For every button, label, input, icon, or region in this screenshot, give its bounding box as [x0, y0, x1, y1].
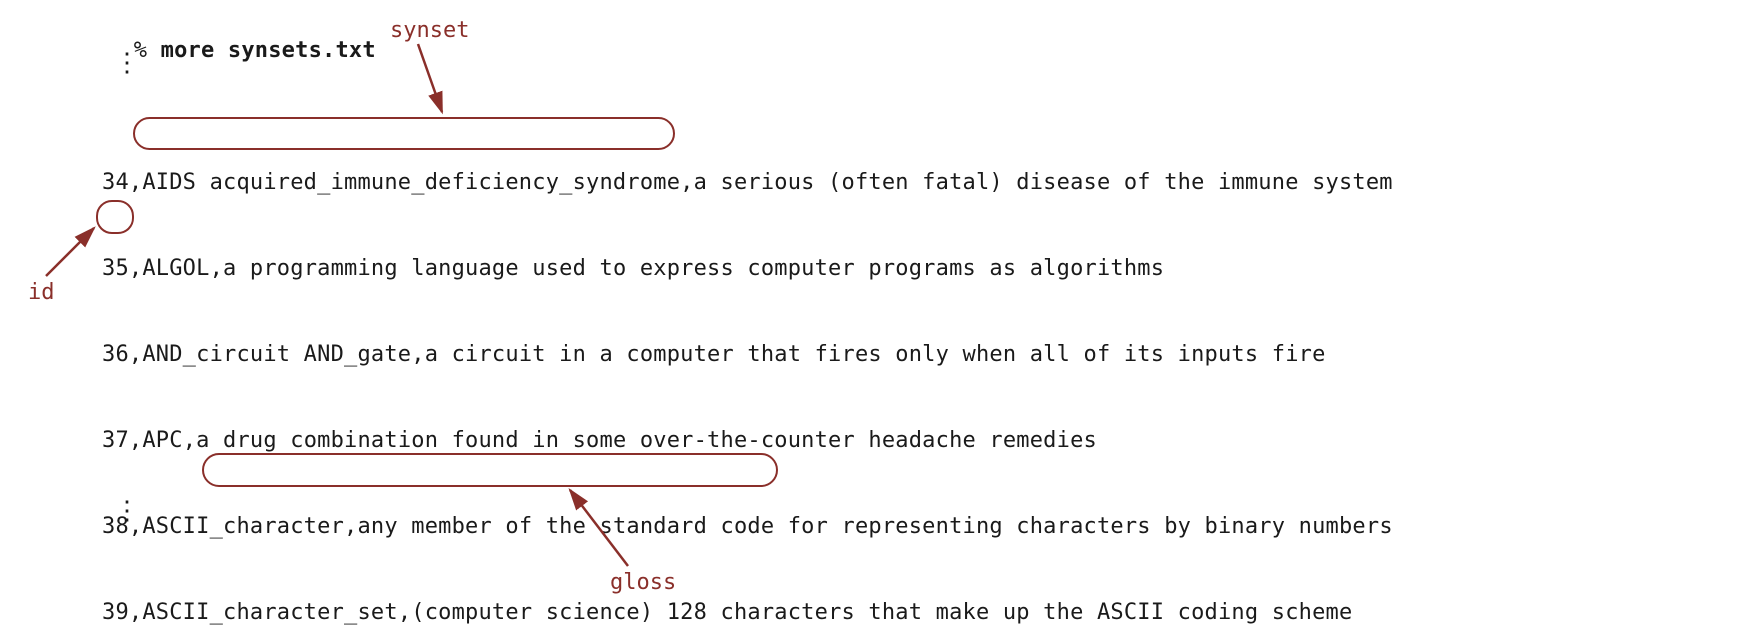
row-gloss: any member of the standard code for repr… [357, 516, 1392, 538]
row-id: 35 [102, 258, 129, 280]
label-id: id [28, 280, 55, 305]
row-gloss: a serious (often fatal) disease of the i… [694, 172, 1393, 194]
data-row: 37,APC,a drug combination found in some … [102, 420, 1393, 462]
row-id: 37 [102, 430, 129, 452]
ellipsis-top: ⋮ [114, 50, 140, 76]
label-synset: synset [390, 18, 469, 43]
row-synset: AND_circuit AND_gate [142, 344, 411, 366]
data-row: 35,ALGOL,a programming language used to … [102, 248, 1393, 290]
ellipsis-bottom: ⋮ [114, 498, 140, 524]
row-id: 39 [102, 602, 129, 624]
data-row: 36,AND_circuit AND_gate,a circuit in a c… [102, 334, 1393, 376]
data-row: 39,ASCII_character_set,(computer science… [102, 592, 1393, 628]
row-synset: ALGOL [142, 258, 209, 280]
figure-canvas: % more synsets.txt ⋮ synset id gloss 34,… [0, 0, 1744, 628]
row-synset: ASCII_character [142, 516, 344, 538]
row-gloss: a programming language used to express c… [223, 258, 1164, 280]
row-gloss: a circuit in a computer that fires only … [425, 344, 1326, 366]
row-id: 34 [102, 172, 129, 194]
data-row: 34,AIDS acquired_immune_deficiency_syndr… [102, 162, 1393, 204]
data-row: 38,ASCII_character,any member of the sta… [102, 506, 1393, 548]
row-synset: AIDS acquired_immune_deficiency_syndrome [142, 172, 680, 194]
row-gloss: (computer science) 128 characters that m… [411, 602, 1352, 624]
row-synset: ASCII_character_set [142, 602, 397, 624]
command-text: more synsets.txt [161, 38, 376, 63]
row-synset: APC [142, 430, 182, 452]
row-id: 36 [102, 344, 129, 366]
data-lines: 34,AIDS acquired_immune_deficiency_syndr… [102, 118, 1393, 628]
row-gloss: a drug combination found in some over-th… [196, 430, 1097, 452]
